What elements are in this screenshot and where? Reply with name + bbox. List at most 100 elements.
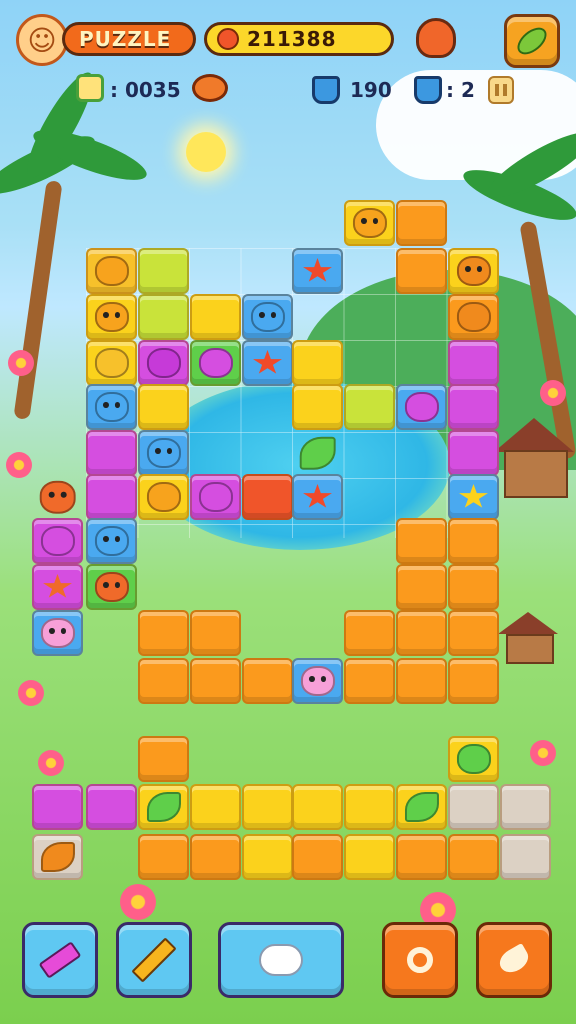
- board-tile[interactable]: [86, 384, 137, 430]
- board-tile[interactable]: [448, 384, 499, 430]
- board-tile[interactable]: [500, 784, 551, 830]
- avatar[interactable]: ☺: [16, 14, 68, 66]
- board-tile[interactable]: [344, 384, 395, 430]
- hammer-icon: [38, 941, 82, 979]
- board-tile[interactable]: [138, 736, 189, 782]
- board-tile[interactable]: [292, 658, 343, 704]
- board-tile[interactable]: [396, 564, 447, 610]
- board-tile[interactable]: [344, 784, 395, 830]
- board-tile[interactable]: [86, 248, 137, 294]
- board-tile[interactable]: [86, 784, 137, 830]
- board-tile[interactable]: [86, 340, 137, 386]
- board-tile[interactable]: [138, 610, 189, 656]
- flower: [530, 740, 556, 766]
- board-tile[interactable]: [190, 294, 241, 340]
- board-tile[interactable]: [448, 834, 499, 880]
- board-tile[interactable]: [190, 474, 241, 520]
- cloud-tool-button[interactable]: [218, 922, 344, 998]
- board-tile[interactable]: [190, 784, 241, 830]
- board-tile[interactable]: [396, 610, 447, 656]
- board-tile[interactable]: [86, 474, 137, 520]
- pause-button[interactable]: [488, 76, 514, 104]
- board-tile[interactable]: [448, 474, 499, 520]
- board-tile[interactable]: [292, 474, 343, 520]
- board-tile[interactable]: [448, 658, 499, 704]
- board-tile[interactable]: [32, 518, 83, 564]
- board-tile[interactable]: [448, 248, 499, 294]
- board-tile[interactable]: [448, 736, 499, 782]
- board-tile[interactable]: [242, 474, 293, 520]
- board-tile[interactable]: [138, 834, 189, 880]
- board-tile[interactable]: [138, 340, 189, 386]
- board-tile[interactable]: [138, 658, 189, 704]
- board-tile[interactable]: [292, 784, 343, 830]
- board-tile[interactable]: [32, 474, 83, 520]
- hammer-tool-button[interactable]: [22, 922, 98, 998]
- leaf-piece: [299, 436, 336, 470]
- search-tool-button[interactable]: [382, 922, 458, 998]
- board-tile[interactable]: [242, 784, 293, 830]
- creature-piece: [94, 571, 129, 603]
- star-piece: [459, 483, 488, 508]
- board-tile[interactable]: [86, 564, 137, 610]
- board-tile[interactable]: [242, 834, 293, 880]
- board-tile[interactable]: [292, 248, 343, 294]
- board-tile[interactable]: [32, 784, 83, 830]
- board-tile[interactable]: [448, 784, 499, 830]
- board-tile[interactable]: [292, 384, 343, 430]
- board-tile[interactable]: [344, 200, 395, 246]
- board-tile[interactable]: [138, 474, 189, 520]
- star-piece: [253, 349, 282, 374]
- board-tile[interactable]: [242, 294, 293, 340]
- board-tile[interactable]: [448, 610, 499, 656]
- pencil-tool-button[interactable]: [116, 922, 192, 998]
- board-tile[interactable]: [32, 610, 83, 656]
- piece-eye: [270, 311, 276, 318]
- board-tile[interactable]: [138, 294, 189, 340]
- board-tile[interactable]: [448, 340, 499, 386]
- board-tile[interactable]: [396, 658, 447, 704]
- board-tile[interactable]: [448, 518, 499, 564]
- board-tile[interactable]: [448, 294, 499, 340]
- piece-eye: [60, 491, 67, 498]
- board-tile[interactable]: [32, 564, 83, 610]
- piece-eye: [465, 265, 471, 272]
- board-tile[interactable]: [396, 784, 447, 830]
- board-tile[interactable]: [190, 610, 241, 656]
- board-tile[interactable]: [396, 384, 447, 430]
- bird-tool-button[interactable]: [476, 922, 552, 998]
- fish-mascot-icon: [416, 18, 456, 58]
- board-tile[interactable]: [292, 430, 343, 476]
- board-tile[interactable]: [86, 294, 137, 340]
- piece-eye: [60, 627, 66, 634]
- piece-eye: [48, 491, 55, 498]
- board-tile[interactable]: [32, 834, 83, 880]
- board-tile[interactable]: [448, 564, 499, 610]
- shop-button[interactable]: [504, 14, 560, 68]
- board-tile[interactable]: [396, 200, 447, 246]
- board-tile[interactable]: [396, 834, 447, 880]
- board-tile[interactable]: [344, 658, 395, 704]
- board-tile[interactable]: [138, 248, 189, 294]
- board-tile[interactable]: [500, 834, 551, 880]
- board-tile[interactable]: [242, 340, 293, 386]
- star-piece: [303, 257, 332, 282]
- board-tile[interactable]: [292, 340, 343, 386]
- board-tile[interactable]: [190, 834, 241, 880]
- flower: [18, 680, 44, 706]
- board-tile[interactable]: [138, 384, 189, 430]
- board-tile[interactable]: [396, 248, 447, 294]
- board-tile[interactable]: [448, 430, 499, 476]
- board-tile[interactable]: [344, 610, 395, 656]
- board-tile[interactable]: [138, 430, 189, 476]
- piece-eye: [320, 675, 326, 682]
- board-tile[interactable]: [242, 658, 293, 704]
- board-tile[interactable]: [190, 658, 241, 704]
- board-tile[interactable]: [86, 430, 137, 476]
- board-tile[interactable]: [344, 834, 395, 880]
- board-tile[interactable]: [190, 340, 241, 386]
- board-tile[interactable]: [396, 518, 447, 564]
- board-tile[interactable]: [292, 834, 343, 880]
- board-tile[interactable]: [86, 518, 137, 564]
- board-tile[interactable]: [138, 784, 189, 830]
